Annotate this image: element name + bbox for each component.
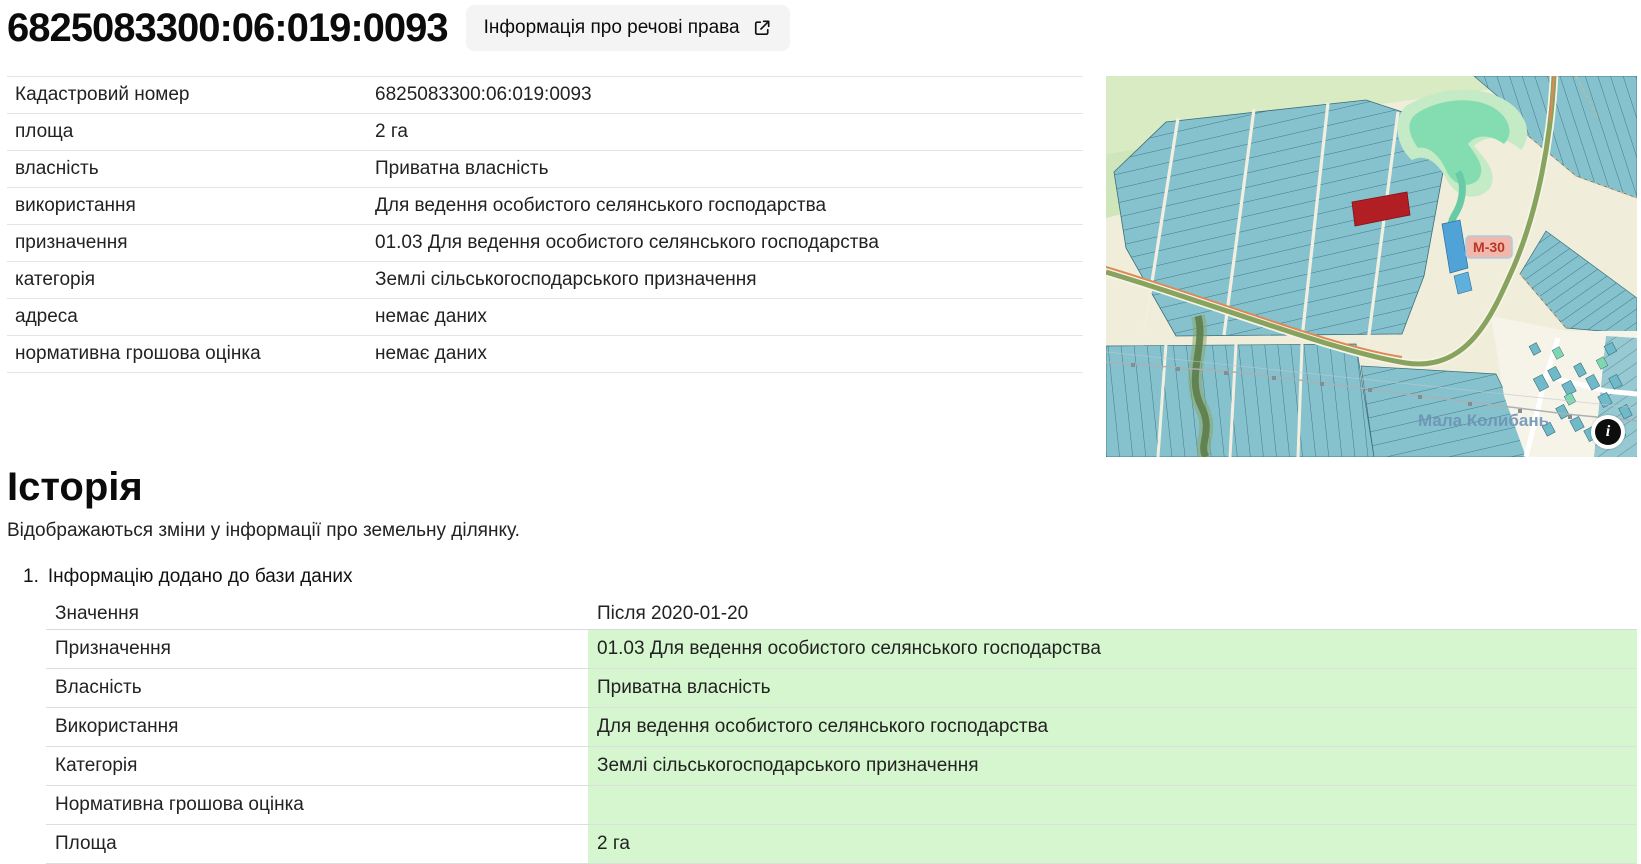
row-label: площа	[7, 121, 375, 143]
row-label: Кадастровий номер	[7, 84, 375, 106]
history-row: Нормативна грошова оцінка	[46, 786, 1637, 825]
history-table: Значення Після 2020-01-20 Призначення 01…	[46, 598, 1637, 864]
table-row: площа 2 га	[7, 114, 1083, 151]
row-value: Землі сільськогосподарського призначення	[588, 747, 1637, 785]
row-value: 2 га	[375, 121, 1083, 143]
row-value: 6825083300:06:019:0093	[375, 84, 1083, 106]
page-title: 6825083300:06:019:0093	[7, 6, 448, 51]
entry-number: 1.	[23, 566, 39, 588]
row-value	[588, 786, 1637, 824]
table-row: нормативна грошова оцінка немає даних	[7, 336, 1083, 373]
row-value: Приватна власність	[588, 669, 1637, 707]
main-content: Кадастровий номер 6825083300:06:019:0093…	[0, 76, 1641, 457]
row-label: нормативна грошова оцінка	[7, 343, 375, 365]
row-value: Приватна власність	[375, 158, 1083, 180]
row-value: 2 га	[588, 825, 1637, 863]
table-row: Кадастровий номер 6825083300:06:019:0093	[7, 77, 1083, 114]
table-row: призначення 01.03 Для ведення особистого…	[7, 225, 1083, 262]
property-rights-button-label: Інформація про речові права	[484, 17, 740, 39]
row-label: призначення	[7, 232, 375, 254]
info-icon: i	[1595, 419, 1621, 445]
row-value: немає даних	[375, 343, 1083, 365]
history-row: Призначення 01.03 Для ведення особистого…	[46, 630, 1637, 669]
row-label: адреса	[7, 306, 375, 328]
history-header-row: Значення Після 2020-01-20	[46, 598, 1637, 630]
row-label: Власність	[46, 669, 588, 707]
row-label: власність	[7, 158, 375, 180]
row-label: Площа	[46, 825, 588, 863]
place-label: Мала Колибань	[1418, 411, 1549, 430]
road-badge-label: М-30	[1473, 239, 1505, 255]
parcel-info-table: Кадастровий номер 6825083300:06:019:0093…	[7, 76, 1083, 457]
table-row: адреса немає даних	[7, 299, 1083, 336]
history-row: Власність Приватна власність	[46, 669, 1637, 708]
history-section-title: Історія	[7, 465, 1641, 510]
history-row: Використання Для ведення особистого селя…	[46, 708, 1637, 747]
table-row: власність Приватна власність	[7, 151, 1083, 188]
history-row: Площа 2 га	[46, 825, 1637, 864]
row-value: Землі сільськогосподарського призначення	[375, 269, 1083, 291]
history-entry-title: 1. Інформацію додано до бази даних	[23, 566, 1641, 588]
table-row: використання Для ведення особистого селя…	[7, 188, 1083, 225]
row-label: Категорія	[46, 747, 588, 785]
row-label: категорія	[7, 269, 375, 291]
row-value: Для ведення особистого селянського госпо…	[375, 195, 1083, 217]
row-value: 01.03 Для ведення особистого селянського…	[375, 232, 1083, 254]
entry-title-text: Інформацію додано до бази даних	[48, 566, 353, 588]
property-rights-button[interactable]: Інформація про речові права	[466, 5, 790, 51]
map-info-button[interactable]: i	[1591, 415, 1625, 449]
row-label: використання	[7, 195, 375, 217]
history-description: Відображаються зміни у інформації про зе…	[7, 520, 1641, 542]
row-label: Використання	[46, 708, 588, 746]
row-label: Призначення	[46, 630, 588, 668]
history-header-value: Після 2020-01-20	[588, 598, 1637, 629]
row-value: немає даних	[375, 306, 1083, 328]
row-value: Для ведення особистого селянського госпо…	[588, 708, 1637, 746]
page-header: 6825083300:06:019:0093 Інформація про ре…	[0, 0, 1641, 51]
road-badge: М-30	[1466, 236, 1512, 258]
row-value: 01.03 Для ведення особистого селянського…	[588, 630, 1637, 668]
history-header-label: Значення	[46, 598, 588, 629]
cadastral-map[interactable]: М-30 Мала Колибань i	[1106, 76, 1637, 457]
history-row: Категорія Землі сільськогосподарського п…	[46, 747, 1637, 786]
table-row: категорія Землі сільськогосподарського п…	[7, 262, 1083, 299]
row-label: Нормативна грошова оцінка	[46, 786, 588, 824]
external-link-icon	[752, 18, 772, 38]
